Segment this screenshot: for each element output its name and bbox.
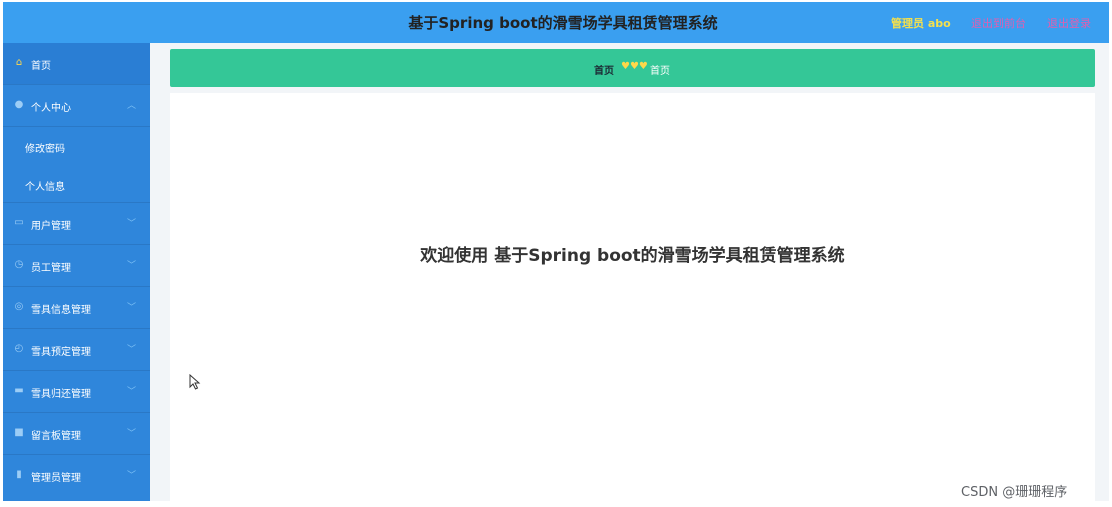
chevron-down-icon: ﹀ <box>126 471 136 481</box>
sidebar-item-personal-center[interactable]: ● 个人中心 ︿ <box>3 85 150 127</box>
globe-icon: ◎ <box>14 301 24 312</box>
chevron-down-icon: ﹀ <box>126 345 136 355</box>
chevron-down-icon: ﹀ <box>126 387 136 397</box>
sidebar-item-user-management[interactable]: ▭ 用户管理 ﹀ <box>3 203 150 245</box>
welcome-message: 欢迎使用 基于Spring boot的滑雪场学具租赁管理系统 <box>420 246 845 266</box>
sidebar-item-label: 留言板管理 <box>31 431 81 442</box>
main-area: 首页 ♥♥♥ 首页 欢迎使用 基于Spring boot的滑雪场学具租赁管理系统 <box>150 43 1109 501</box>
sidebar-item-label: 个人中心 <box>31 103 71 114</box>
sidebar-item-gear-info[interactable]: ◎ 雪具信息管理 ﹀ <box>3 287 150 329</box>
sidebar-item-message-board[interactable]: ■ 留言板管理 ﹀ <box>3 413 150 455</box>
chevron-up-icon: ︿ <box>126 101 136 111</box>
watermark: CSDN @珊珊程序 <box>961 485 1068 500</box>
admin-label: 管理员 abo <box>891 17 951 30</box>
sidebar-subitem-label: 个人信息 <box>25 182 65 193</box>
breadcrumb: 首页 ♥♥♥ 首页 <box>170 49 1095 87</box>
chevron-down-icon: ﹀ <box>126 303 136 313</box>
sidebar-item-home[interactable]: ⌂ 首页 <box>3 43 150 85</box>
sidebar-subitem-label: 修改密码 <box>25 144 65 155</box>
sidebar-subitem-change-password[interactable]: 修改密码 <box>3 127 150 165</box>
chevron-down-icon: ﹀ <box>126 219 136 229</box>
sidebar-item-gear-booking[interactable]: ◴ 雪具预定管理 ﹀ <box>3 329 150 371</box>
box-icon: ▬ <box>14 385 24 396</box>
sidebar-item-label: 首页 <box>31 61 51 72</box>
chat-icon: ▭ <box>14 217 24 228</box>
heart-separator-icon: ♥♥♥ <box>621 61 648 72</box>
sidebar-item-label: 雪具预定管理 <box>31 347 91 358</box>
clock-icon: ◷ <box>14 259 24 270</box>
top-header: 基于Spring boot的滑雪场学具租赁管理系统 管理员 abo 退出到前台 … <box>3 2 1109 43</box>
chevron-down-icon: ﹀ <box>126 261 136 271</box>
chevron-down-icon: ﹀ <box>126 429 136 439</box>
sidebar-subitem-personal-info[interactable]: 个人信息 <box>3 165 150 203</box>
time-icon: ◴ <box>14 343 24 354</box>
user-icon: ● <box>14 99 24 110</box>
breadcrumb-current: 首页 <box>650 66 670 77</box>
sidebar-item-gear-return[interactable]: ▬ 雪具归还管理 ﹀ <box>3 371 150 413</box>
logout-link[interactable]: 退出登录 <box>1047 15 1091 31</box>
sidebar-item-label: 管理员管理 <box>31 473 81 484</box>
content-panel: 欢迎使用 基于Spring boot的滑雪场学具租赁管理系统 <box>170 93 1095 501</box>
sidebar-item-label: 雪具归还管理 <box>31 389 91 400</box>
lock-icon: ▮ <box>16 469 22 480</box>
sidebar-item-staff-management[interactable]: ◷ 员工管理 ﹀ <box>3 245 150 287</box>
board-icon: ■ <box>14 427 24 438</box>
sidebar-item-label: 员工管理 <box>31 263 71 274</box>
sidebar-item-admin-management[interactable]: ▮ 管理员管理 ﹀ <box>3 455 150 497</box>
sidebar-item-label: 用户管理 <box>31 221 71 232</box>
home-icon: ⌂ <box>15 57 23 68</box>
back-to-frontend-link[interactable]: 退出到前台 <box>971 15 1026 31</box>
mouse-cursor-icon <box>189 374 201 390</box>
sidebar-item-label: 雪具信息管理 <box>31 305 91 316</box>
sidebar: ⌂ 首页 ● 个人中心 ︿ 修改密码 个人信息 ▭ 用户管理 ﹀ ◷ 员工管理 … <box>3 43 150 501</box>
breadcrumb-home[interactable]: 首页 <box>594 62 614 77</box>
